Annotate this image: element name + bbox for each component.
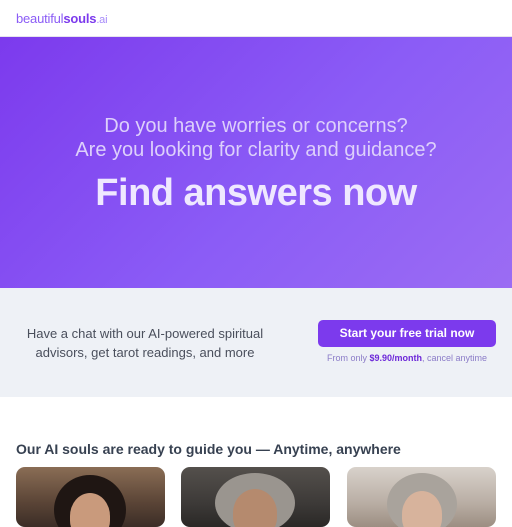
pricing-suffix: , cancel anytime — [422, 353, 488, 363]
pricing-amount: $9.90/month — [369, 353, 422, 363]
pricing-prefix: From only — [326, 353, 370, 363]
logo-text-ai: .ai — [96, 14, 108, 26]
hero-question-clarity: Are you looking for clarity and guidance… — [75, 139, 437, 161]
start-free-trial-button[interactable]: Start your free trial now — [318, 320, 496, 347]
soul-card-1[interactable] — [16, 467, 165, 527]
soul-card-3[interactable] — [347, 467, 496, 527]
hero-headline: Find answers now — [95, 172, 417, 214]
top-bar: beautifulsouls.ai — [0, 0, 512, 37]
soul-card-2[interactable] — [181, 467, 330, 527]
hero-question-worries: Do you have worries or concerns? — [104, 115, 408, 137]
logo-text-souls: souls — [63, 11, 97, 26]
brand-logo[interactable]: beautifulsouls.ai — [16, 11, 108, 26]
cta-section: Have a chat with our AI-powered spiritua… — [0, 288, 512, 397]
hero-section: Do you have worries or concerns? Are you… — [0, 37, 512, 288]
souls-section-title: Our AI souls are ready to guide you — An… — [16, 441, 401, 457]
logo-text-beautiful: beautiful — [16, 11, 64, 26]
pricing-note: From only $9.90/month, cancel anytime — [318, 353, 496, 363]
cta-description: Have a chat with our AI-powered spiritua… — [26, 326, 264, 360]
